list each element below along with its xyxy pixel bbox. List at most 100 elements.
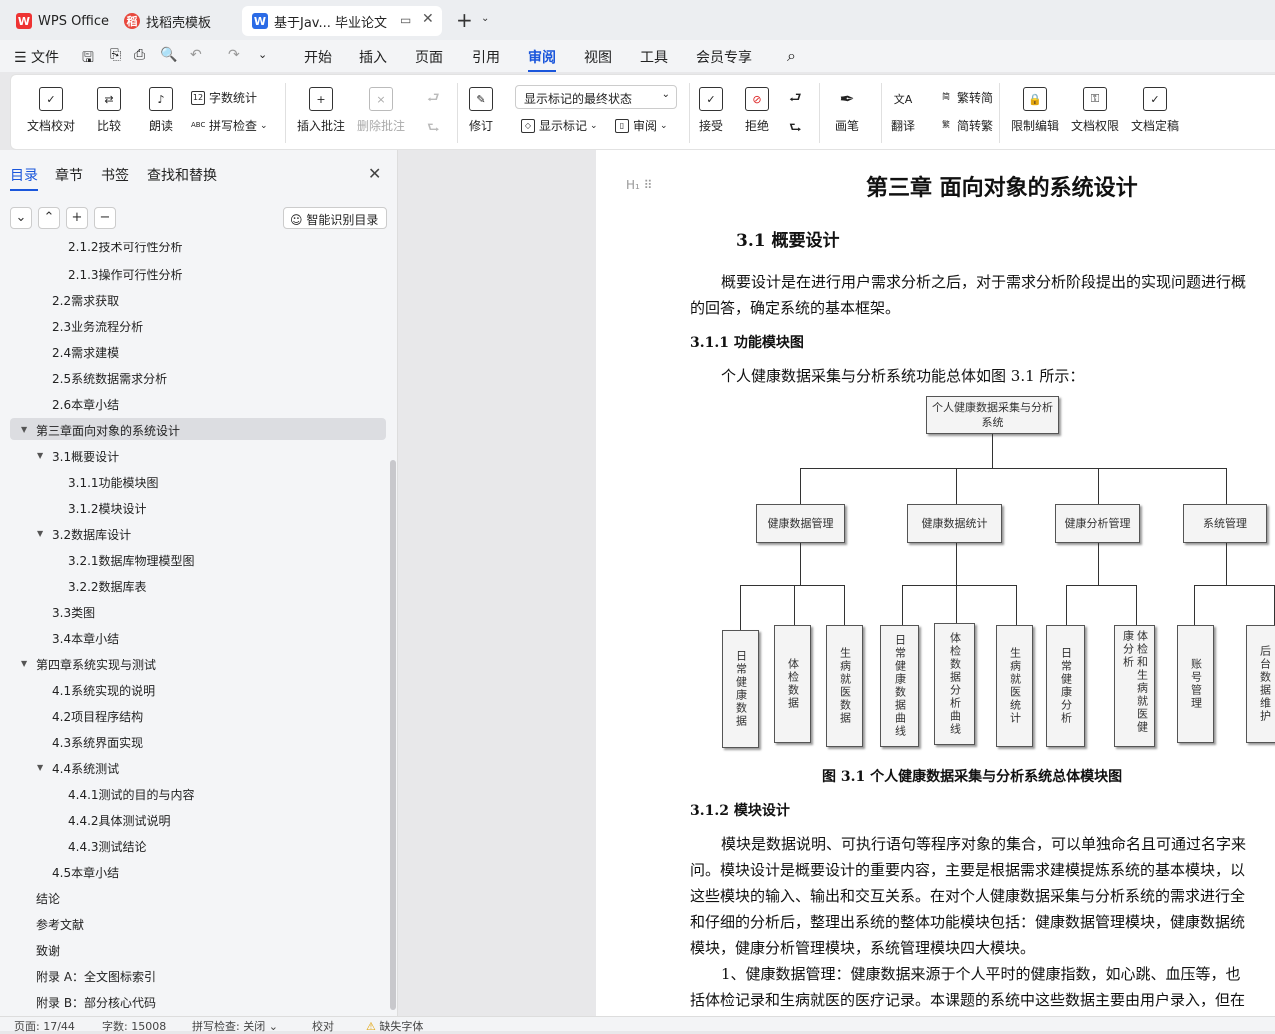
menu-home[interactable]: 开始 xyxy=(304,47,332,67)
toc-item[interactable]: 2.2需求获取 xyxy=(52,292,119,309)
menu-view[interactable]: 视图 xyxy=(584,47,612,67)
toc-item[interactable]: 2.4需求建模 xyxy=(52,344,119,361)
toc-item[interactable]: 3.2.1数据库物理模型图 xyxy=(68,552,195,569)
toc-item[interactable]: 2.1.3操作可行性分析 xyxy=(68,266,183,283)
doc-permission-button[interactable]: ⚿ 文档权限 xyxy=(1071,87,1119,134)
collapse-caret-icon[interactable]: ▼ xyxy=(21,425,27,434)
doc-check-button[interactable]: ✓ 文档校对 xyxy=(27,87,75,134)
toc-item[interactable]: 3.4本章小结 xyxy=(52,630,119,647)
file-menu[interactable]: ☰ 文件 xyxy=(14,47,59,67)
toc-item[interactable]: 3.1概要设计 xyxy=(52,448,119,465)
pen-button[interactable]: ✒ 画笔 xyxy=(835,87,859,134)
tab-docer[interactable]: 稻 找稻壳模板 xyxy=(114,6,221,36)
close-tab-icon[interactable]: ✕ xyxy=(422,11,434,27)
toc-item[interactable]: 致谢 xyxy=(36,942,60,959)
spell-check-status[interactable]: 拼写检查: 关闭 ⌄ xyxy=(192,1018,278,1034)
print-icon[interactable]: ⎙ xyxy=(134,47,145,63)
toc-item[interactable]: 附录 B：部分核心代码 xyxy=(36,994,156,1011)
add-level-icon[interactable]: + xyxy=(66,207,88,229)
prev-comment-icon[interactable]: ⮐ xyxy=(427,87,440,111)
restore-window-icon[interactable]: ▭ xyxy=(400,13,411,27)
markup-state-select[interactable]: 显示标记的最终状态 ⌄ xyxy=(515,85,677,109)
smart-toc-button[interactable]: ☺ 智能识别目录 xyxy=(283,207,387,229)
collapse-up-icon[interactable]: ⌃ xyxy=(38,207,60,229)
trad-to-simp-button[interactable]: 简繁转简 xyxy=(939,89,993,106)
expand-down-icon[interactable]: ⌄ xyxy=(10,207,32,229)
close-pane-icon[interactable]: ✕ xyxy=(368,164,381,183)
next-revision-icon[interactable]: ⮑ xyxy=(789,117,802,141)
toc-item[interactable]: 3.3类图 xyxy=(52,604,95,621)
print-preview-icon[interactable]: 🔍 xyxy=(160,47,177,63)
spell-check-button[interactable]: ABC 拼写检查 ⌄ xyxy=(191,117,268,134)
toc-item[interactable]: 4.4.3测试结论 xyxy=(68,838,147,855)
delete-comment-button[interactable]: × 删除批注 xyxy=(357,87,405,134)
toc-item[interactable]: 3.2.2数据库表 xyxy=(68,578,147,595)
search-icon[interactable]: ⌕ xyxy=(787,46,796,66)
word-count-button[interactable]: 12 字数统计 xyxy=(191,89,257,106)
menu-insert[interactable]: 插入 xyxy=(359,47,387,67)
page-indicator[interactable]: 页面: 17/44 xyxy=(14,1018,75,1034)
revise-button[interactable]: ✎ 修订 xyxy=(469,87,493,134)
collapse-caret-icon[interactable]: ▼ xyxy=(37,529,43,538)
collapse-caret-icon[interactable]: ▼ xyxy=(21,659,27,668)
accept-button[interactable]: ✓ 接受 xyxy=(699,87,723,134)
reject-button[interactable]: ⊘ 拒绝 xyxy=(745,87,769,134)
toc-item[interactable]: 4.1系统实现的说明 xyxy=(52,682,155,699)
review-pane-button[interactable]: ▯ 审阅 ⌄ xyxy=(615,117,668,134)
undo-icon[interactable]: ↶ xyxy=(190,47,202,63)
tab-wps-office[interactable]: W WPS Office xyxy=(6,6,119,36)
remove-level-icon[interactable]: − xyxy=(94,207,116,229)
menu-member[interactable]: 会员专享 xyxy=(696,47,752,67)
compare-button[interactable]: ⇄ 比较 xyxy=(97,87,121,134)
toc-item[interactable]: 第四章系统实现与测试 xyxy=(36,656,156,673)
toc-scrollbar[interactable] xyxy=(390,460,396,1010)
collapse-caret-icon[interactable]: ▼ xyxy=(37,451,43,460)
toc-item[interactable]: 结论 xyxy=(36,890,60,907)
toc-item[interactable]: 2.5系统数据需求分析 xyxy=(52,370,167,387)
menu-reference[interactable]: 引用 xyxy=(472,47,500,67)
toc-item[interactable]: 2.3业务流程分析 xyxy=(52,318,143,335)
toc-item[interactable]: 2.1.2技术可行性分析 xyxy=(68,242,183,255)
toc-item[interactable]: 2.6本章小结 xyxy=(52,396,119,413)
tab-list-chevron-icon[interactable]: ⌄ xyxy=(481,13,489,24)
quick-access-more-icon[interactable]: ⌄ xyxy=(258,48,267,61)
missing-font-status[interactable]: ⚠ 缺失字体 xyxy=(366,1018,423,1034)
save-icon[interactable]: 🖫 xyxy=(82,47,94,71)
word-count-indicator[interactable]: 字数: 15008 xyxy=(102,1018,166,1034)
toc-item[interactable]: 4.3系统界面实现 xyxy=(52,734,143,751)
read-aloud-button[interactable]: ♪ 朗读 xyxy=(149,87,173,134)
new-tab-icon[interactable]: + xyxy=(456,8,473,32)
toc-item[interactable]: 附录 A：全文图标索引 xyxy=(36,968,156,985)
toc-item[interactable]: 参考文献 xyxy=(36,916,84,933)
menu-page[interactable]: 页面 xyxy=(415,47,443,67)
toc-item[interactable]: 4.4.2具体测试说明 xyxy=(68,812,171,829)
toc-item[interactable]: 4.5本章小结 xyxy=(52,864,119,881)
toc-item[interactable]: 4.2项目程序结构 xyxy=(52,708,143,725)
translate-button[interactable]: 文A 翻译 xyxy=(891,87,915,134)
export-icon[interactable]: ⎘ xyxy=(110,47,121,63)
toc-item[interactable]: 4.4.1测试的目的与内容 xyxy=(68,786,195,803)
toc-item[interactable]: 3.1.2模块设计 xyxy=(68,500,147,517)
tab-toc[interactable]: 目录 xyxy=(10,165,38,191)
tab-bookmarks[interactable]: 书签 xyxy=(101,165,129,185)
tab-document[interactable]: W 基于Jav... 毕业论文 ▭ ✕ xyxy=(242,6,442,36)
collapse-caret-icon[interactable]: ▼ xyxy=(37,763,43,772)
menu-review[interactable]: 审阅 xyxy=(528,47,556,72)
next-comment-icon[interactable]: ⮑ xyxy=(427,117,440,141)
prev-revision-icon[interactable]: ⮐ xyxy=(789,87,802,111)
show-markup-button[interactable]: ◇ 显示标记 ⌄ xyxy=(521,117,598,134)
toc-item[interactable]: 3.2数据库设计 xyxy=(52,526,131,543)
redo-icon[interactable]: ↷ xyxy=(228,47,240,63)
insert-comment-button[interactable]: + 插入批注 xyxy=(297,87,345,134)
simp-to-trad-button[interactable]: 繁简转繁 xyxy=(939,117,993,134)
toc-item[interactable]: 3.1.1功能模块图 xyxy=(68,474,159,491)
toc-item[interactable]: 4.4系统测试 xyxy=(52,760,119,777)
tab-find-replace[interactable]: 查找和替换 xyxy=(147,165,217,185)
proofread-status[interactable]: 校对 xyxy=(312,1018,334,1034)
menu-tools[interactable]: 工具 xyxy=(640,47,668,67)
heading-style-icon[interactable]: H₁ ⠿ xyxy=(626,178,652,192)
toc-item[interactable]: 第三章面向对象的系统设计 xyxy=(36,422,180,439)
doc-finalize-button[interactable]: ✓ 文档定稿 xyxy=(1131,87,1179,134)
tab-chapters[interactable]: 章节 xyxy=(55,165,83,185)
restrict-edit-button[interactable]: 🔒 限制编辑 xyxy=(1011,87,1059,134)
